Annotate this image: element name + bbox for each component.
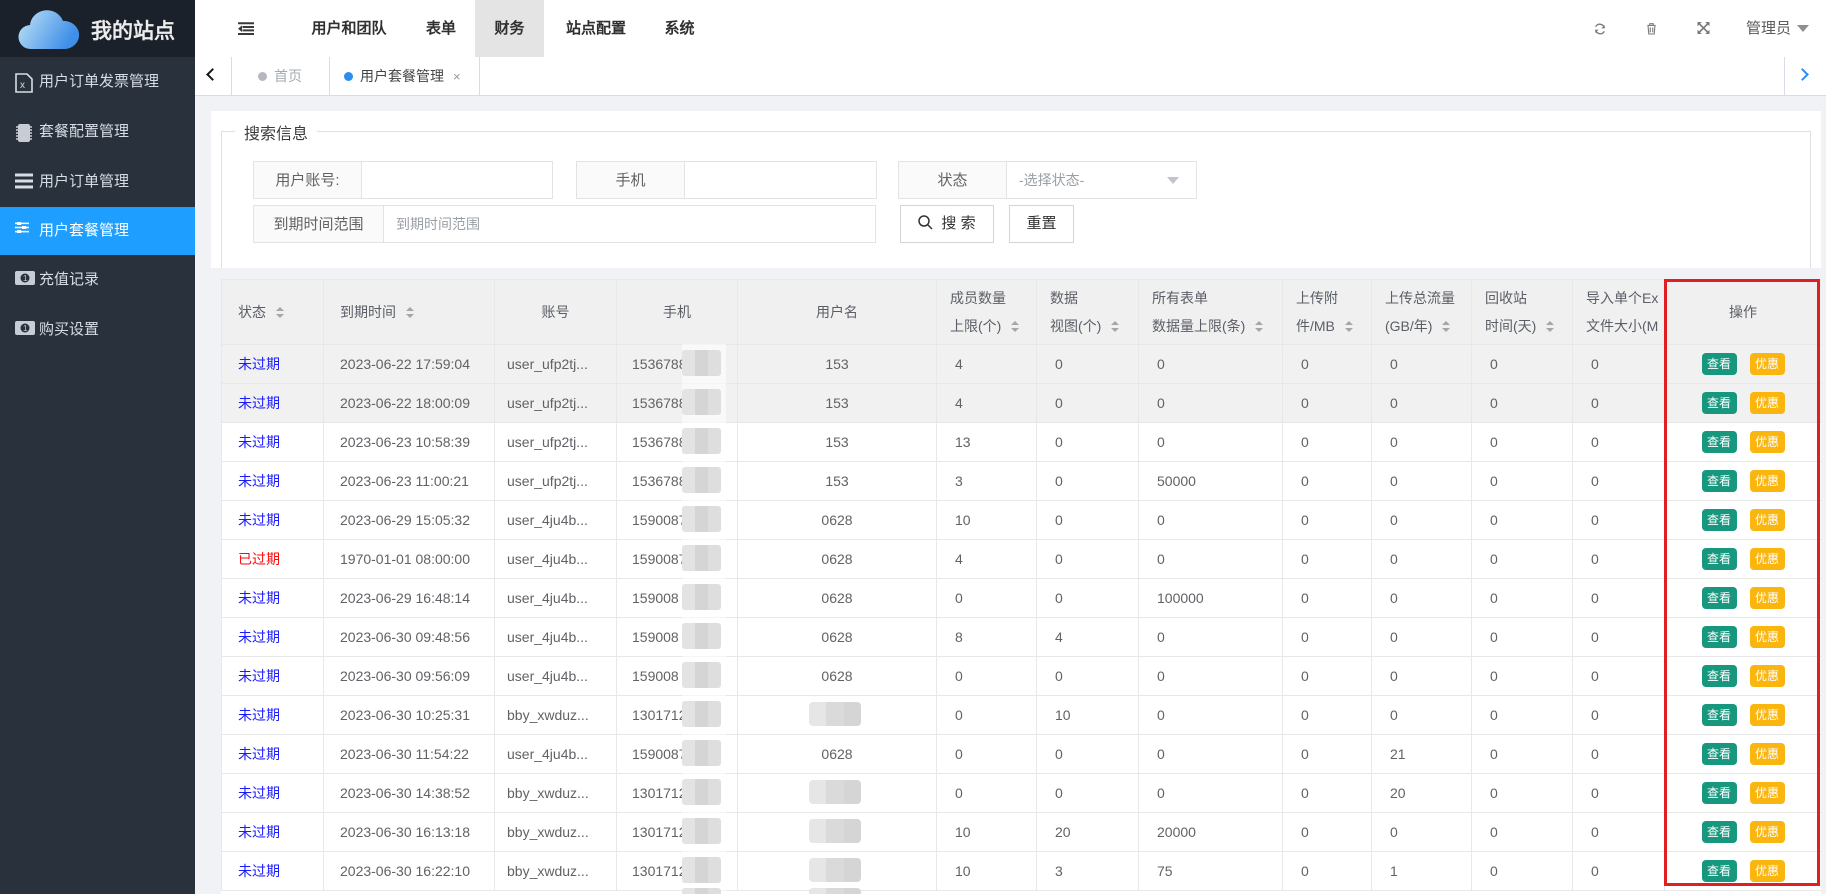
svg-text:1: 1 [23,274,28,283]
svg-text:x: x [20,80,25,91]
svg-text:1: 1 [23,324,28,333]
